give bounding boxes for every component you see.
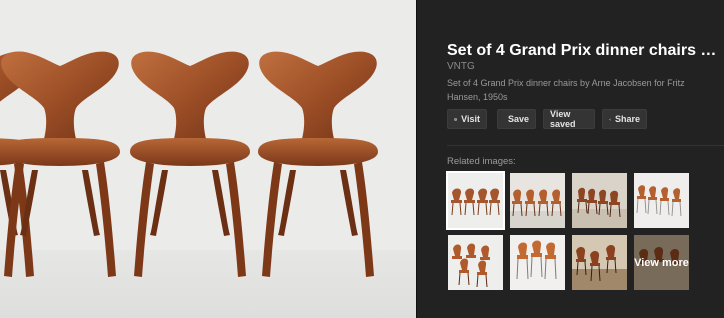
related-image-1[interactable]	[446, 171, 505, 230]
share-label: Share	[614, 114, 640, 124]
main-image-preview[interactable]	[0, 0, 416, 318]
details-panel: Set of 4 Grand Prix dinner chairs by Ar……	[417, 0, 724, 318]
thumb-chairs-row-image	[448, 173, 503, 228]
related-image-8[interactable]: View more	[634, 235, 689, 290]
thumb-chairs-row-image	[510, 173, 565, 228]
visit-label: Visit	[461, 114, 480, 124]
share-button[interactable]: Share	[602, 109, 647, 129]
view-more-overlay[interactable]: View more	[634, 235, 689, 290]
result-description: Set of 4 Grand Prix dinner chairs by Arn…	[447, 78, 685, 102]
result-title[interactable]: Set of 4 Grand Prix dinner chairs by Ar…	[447, 42, 722, 60]
thumb-chairs-steel-image	[634, 173, 689, 228]
related-image-6[interactable]	[510, 235, 565, 290]
related-image-3[interactable]	[572, 173, 627, 228]
thumb-chairs-steel-image	[510, 235, 565, 290]
thumb-chairs-room-image	[572, 235, 627, 290]
related-image-4[interactable]	[634, 173, 689, 228]
save-label: Save	[508, 114, 530, 124]
related-image-7[interactable]	[572, 235, 627, 290]
chairs-photo	[0, 0, 416, 318]
thumb-chairs-group-image	[448, 235, 503, 290]
thumb-chairs-angle-image	[572, 173, 627, 228]
view-saved-button[interactable]: View saved	[543, 109, 595, 129]
related-image-5[interactable]	[448, 235, 503, 290]
visit-button[interactable]: Visit	[447, 109, 487, 129]
result-source[interactable]: VNTG	[447, 61, 475, 72]
related-images-label: Related images:	[447, 156, 516, 167]
related-image-2[interactable]	[510, 173, 565, 228]
globe-icon	[454, 117, 458, 121]
share-icon	[609, 118, 611, 120]
save-button[interactable]: Save	[497, 109, 536, 129]
section-divider	[447, 145, 724, 146]
view-saved-label: View saved	[550, 109, 576, 129]
